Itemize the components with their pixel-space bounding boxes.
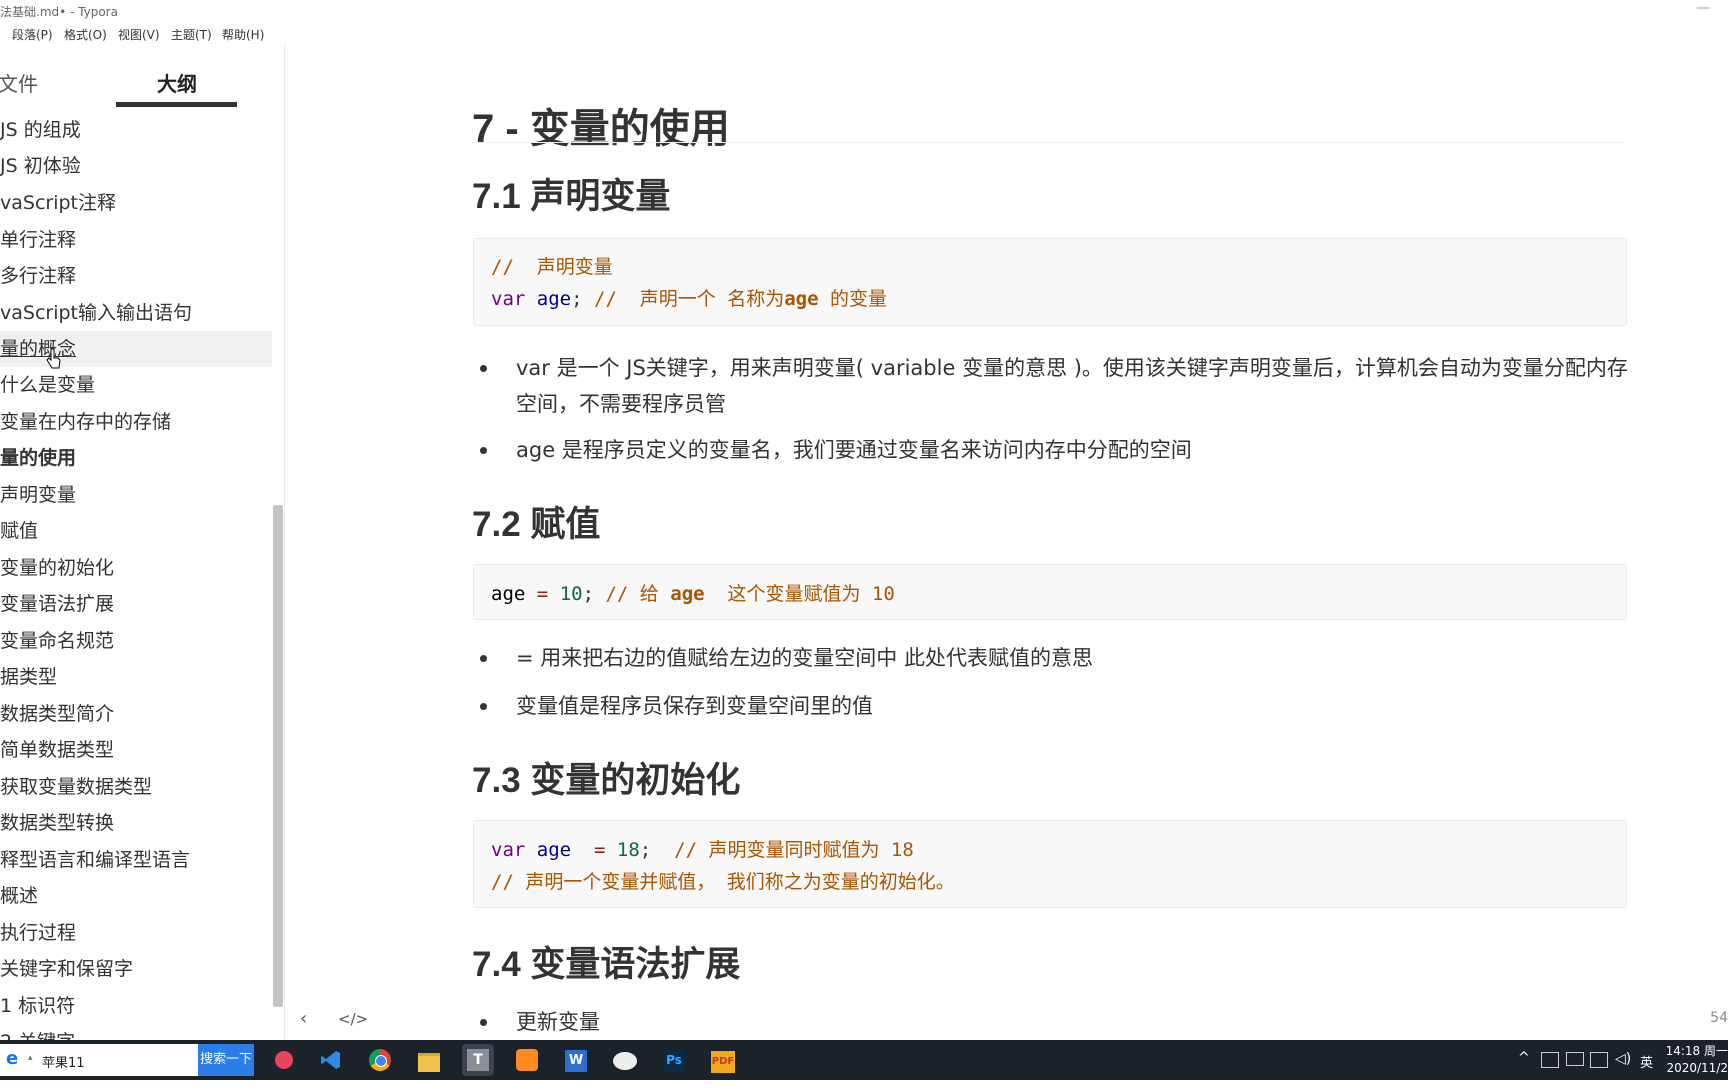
volume-icon[interactable]: ◁): [1615, 1051, 1631, 1091]
photoshop-icon[interactable]: Ps: [658, 1044, 690, 1076]
word-count[interactable]: 54: [1710, 1010, 1728, 1026]
outline-item-active[interactable]: 量的概念: [0, 331, 272, 367]
heading-rule: [472, 142, 1626, 143]
battery-icon[interactable]: [1590, 1052, 1608, 1068]
window-title: 法基础.md• - Typora: [0, 5, 118, 19]
title-bar: 法基础.md• - Typora —: [0, 0, 1728, 22]
outline-item[interactable]: 单行注释: [0, 222, 272, 258]
outline-item[interactable]: 概述: [0, 878, 272, 914]
wechat-icon[interactable]: [609, 1044, 641, 1076]
code-block-declare[interactable]: // 声明变量 var age; // 声明一个 名称为age 的变量: [473, 238, 1627, 326]
outline-item[interactable]: vaScript注释: [0, 185, 272, 221]
outline-item[interactable]: 多行注释: [0, 258, 272, 294]
sidebar: 文件 大纲 JS 的组成 JS 初体验 vaScript注释 单行注释 多行注释…: [0, 44, 285, 1040]
menu-format[interactable]: 格式(O): [64, 26, 107, 43]
screen-recorder-icon[interactable]: [268, 1044, 300, 1076]
outline-item[interactable]: 2 关键字: [0, 1024, 272, 1040]
code-comment: // 声明一个变量并赋值， 我们称之为变量的初始化。: [491, 871, 955, 893]
outline-item[interactable]: 变量命名规范: [0, 623, 272, 659]
taskbar: e ▴ 苹果11 搜索一下 T W Ps PDF ^ ◁) 英 14:18 周一…: [0, 1040, 1728, 1080]
typora-icon[interactable]: T: [462, 1044, 494, 1076]
heading-syntax-ext: 7.4 变量语法扩展: [472, 945, 741, 984]
outline-item[interactable]: 据类型: [0, 659, 272, 695]
ie-icon: e: [6, 1048, 19, 1069]
active-tab-indicator: [116, 102, 237, 107]
search-box[interactable]: e ▴ 苹果11: [0, 1044, 198, 1076]
outline-item[interactable]: JS 初体验: [0, 148, 272, 184]
source-code-mode-icon[interactable]: </>: [338, 1010, 368, 1028]
code-line: age = 10; // 给 age 这个变量赋值为 10: [491, 583, 895, 605]
chrome-icon[interactable]: [364, 1044, 396, 1076]
sublime-icon[interactable]: [511, 1044, 543, 1076]
heading-h1: 7 - 变量的使用: [472, 107, 730, 151]
outline-item[interactable]: 执行过程: [0, 915, 272, 951]
network-icon[interactable]: [1566, 1052, 1584, 1066]
code-block-assign[interactable]: age = 10; // 给 age 这个变量赋值为 10: [473, 564, 1627, 620]
vscode-icon[interactable]: [315, 1044, 347, 1076]
outline-item[interactable]: 什么是变量: [0, 367, 272, 403]
outline-item[interactable]: 1 标识符: [0, 988, 272, 1024]
heading-declare: 7.1 声明变量: [472, 177, 671, 216]
editor-content[interactable]: 7 - 变量的使用 7.1 声明变量 // 声明变量 var age; // 声…: [284, 44, 1728, 1040]
toggle-sidebar-icon[interactable]: ‹: [300, 1008, 307, 1029]
heading-init: 7.3 变量的初始化: [472, 761, 741, 800]
file-explorer-icon[interactable]: [413, 1044, 445, 1076]
outline-item[interactable]: 获取变量数据类型: [0, 769, 272, 805]
outline-item[interactable]: 数据类型简介: [0, 696, 272, 732]
menu-theme[interactable]: 主题(T): [171, 26, 212, 43]
outline-item[interactable]: 释型语言和编译型语言: [0, 842, 272, 878]
clock[interactable]: 14:18 周一 2020/11/2: [1658, 1043, 1728, 1077]
search-input[interactable]: 苹果11: [42, 1052, 85, 1071]
hand-cursor-icon: [46, 348, 61, 369]
menu-help[interactable]: 帮助(H): [222, 26, 264, 43]
code-comment: // 声明变量: [491, 256, 613, 278]
minimize-icon[interactable]: —: [1696, 0, 1710, 16]
tab-outline[interactable]: 大纲: [157, 68, 197, 97]
editor-status-bar: ‹ </> 54: [284, 1002, 1728, 1038]
pdf-icon[interactable]: PDF: [707, 1044, 739, 1076]
search-button[interactable]: 搜索一下: [198, 1044, 254, 1076]
menu-paragraph[interactable]: 段落(P): [12, 26, 53, 43]
code-block-init[interactable]: var age = 18; // 声明变量同时赋值为 18 // 声明一个变量并…: [473, 820, 1627, 908]
word-icon[interactable]: W: [560, 1044, 592, 1076]
outline-item[interactable]: JS 的组成: [0, 112, 272, 148]
outline-item[interactable]: 声明变量: [0, 477, 272, 513]
outline-item[interactable]: 关键字和保留字: [0, 951, 272, 987]
code-line: var age = 18; // 声明变量同时赋值为 18: [491, 839, 914, 861]
security-icon[interactable]: [1541, 1052, 1559, 1068]
heading-assign: 7.2 赋值: [472, 505, 601, 544]
tab-files[interactable]: 文件: [0, 68, 38, 97]
input-language[interactable]: 英: [1640, 1052, 1653, 1092]
show-hidden-icons-icon[interactable]: ^: [1518, 1050, 1530, 1090]
outline-item[interactable]: 变量在内存中的存储: [0, 404, 272, 440]
outline-item[interactable]: 简单数据类型: [0, 732, 272, 768]
chevron-up-icon: ▴: [28, 1053, 33, 1063]
outline-item[interactable]: 赋值: [0, 513, 272, 549]
menu-view[interactable]: 视图(V): [118, 26, 160, 43]
outline-item[interactable]: 变量的初始化: [0, 550, 272, 586]
outline-item[interactable]: 数据类型转换: [0, 805, 272, 841]
outline-item[interactable]: vaScript输入输出语句: [0, 295, 272, 331]
sidebar-scrollbar-thumb[interactable]: [273, 505, 283, 1007]
outline-item-current[interactable]: 量的使用: [0, 440, 272, 476]
code-line: var age; // 声明一个 名称为age 的变量: [491, 288, 887, 310]
outline-item[interactable]: 变量语法扩展: [0, 586, 272, 622]
